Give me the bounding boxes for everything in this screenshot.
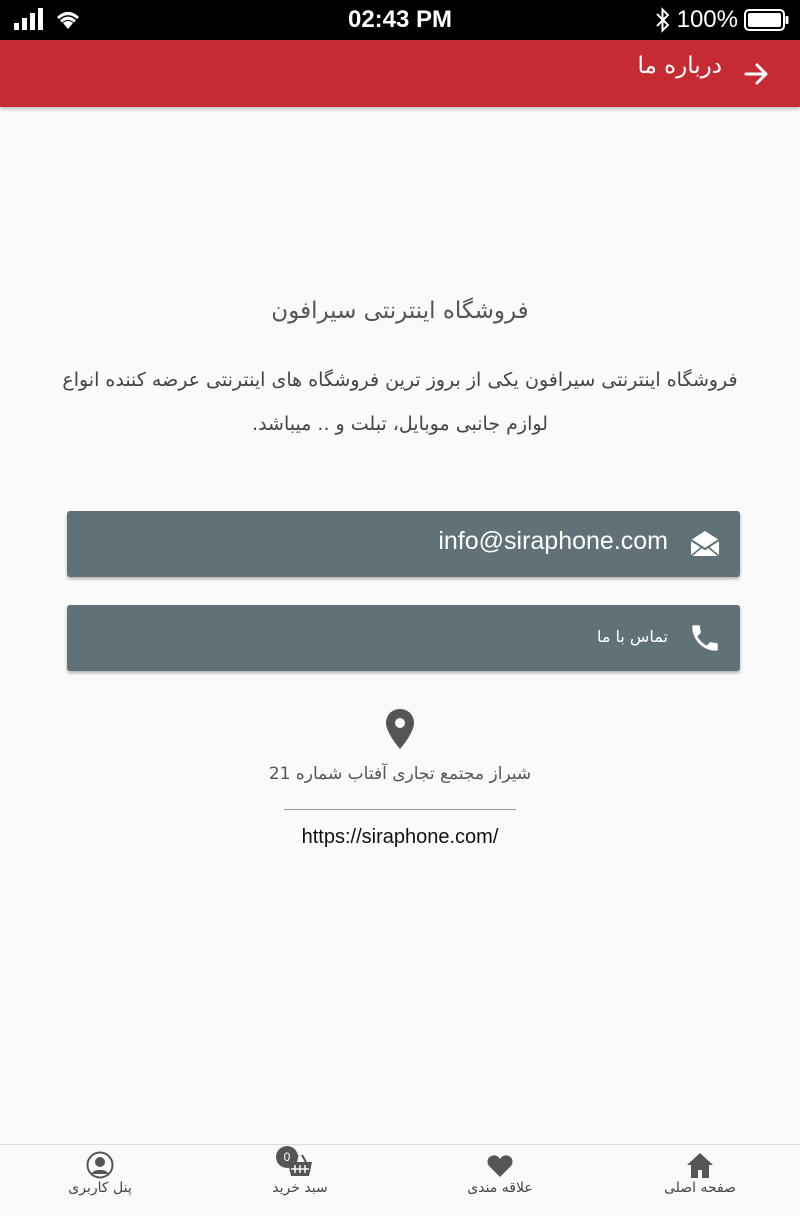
contact-us-button[interactable]: تماس با ما (67, 605, 740, 671)
nav-label-cart: سبد خرید (272, 1180, 328, 1196)
nav-label-favorites: علاقه مندی (467, 1180, 533, 1196)
nav-item-home[interactable]: صفحه اصلی (600, 1145, 800, 1216)
status-bar: 02:43 PM 100% (0, 0, 800, 40)
page-title: درباره ما (637, 53, 722, 79)
cart-count-badge: 0 (276, 1146, 298, 1168)
nav-label-user-panel: پنل کاربری (68, 1180, 132, 1196)
bottom-nav: پنل کاربری سبد خرید علاقه مندی صفحه اصلی (0, 1144, 800, 1216)
app-bar: درباره ما (0, 40, 800, 107)
contact-us-label: تماس با ما (596, 627, 668, 646)
about-title: فروشگاه اینترنتی سیرافون (271, 298, 529, 324)
back-button[interactable] (736, 54, 776, 94)
location-pin-icon (386, 709, 414, 749)
nav-item-cart[interactable]: سبد خرید (200, 1145, 400, 1216)
battery-icon (744, 9, 789, 31)
bluetooth-icon (655, 7, 670, 33)
email-button[interactable]: info@siraphone.com (67, 511, 740, 577)
address-text: شیراز مجتمع تجاری آفتاب شماره 21 (268, 764, 532, 784)
nav-label-home: صفحه اصلی (663, 1180, 737, 1196)
about-description: فروشگاه اینترنتی سیرافون یکی از بروز تری… (62, 369, 738, 435)
website-link[interactable]: https://siraphone.com/ (0, 826, 800, 849)
email-address: info@siraphone.com (438, 527, 668, 555)
phone-icon (692, 625, 718, 651)
envelope-icon (690, 531, 720, 557)
user-icon (86, 1151, 114, 1179)
home-icon (687, 1153, 713, 1178)
divider (284, 809, 516, 810)
heart-icon (487, 1155, 513, 1177)
nav-item-favorites[interactable]: علاقه مندی (400, 1145, 600, 1216)
status-right: 100% (655, 6, 790, 34)
battery-percentage: 100% (676, 6, 738, 33)
arrow-right-icon (744, 63, 768, 85)
nav-item-user-panel[interactable]: پنل کاربری (0, 1145, 200, 1216)
